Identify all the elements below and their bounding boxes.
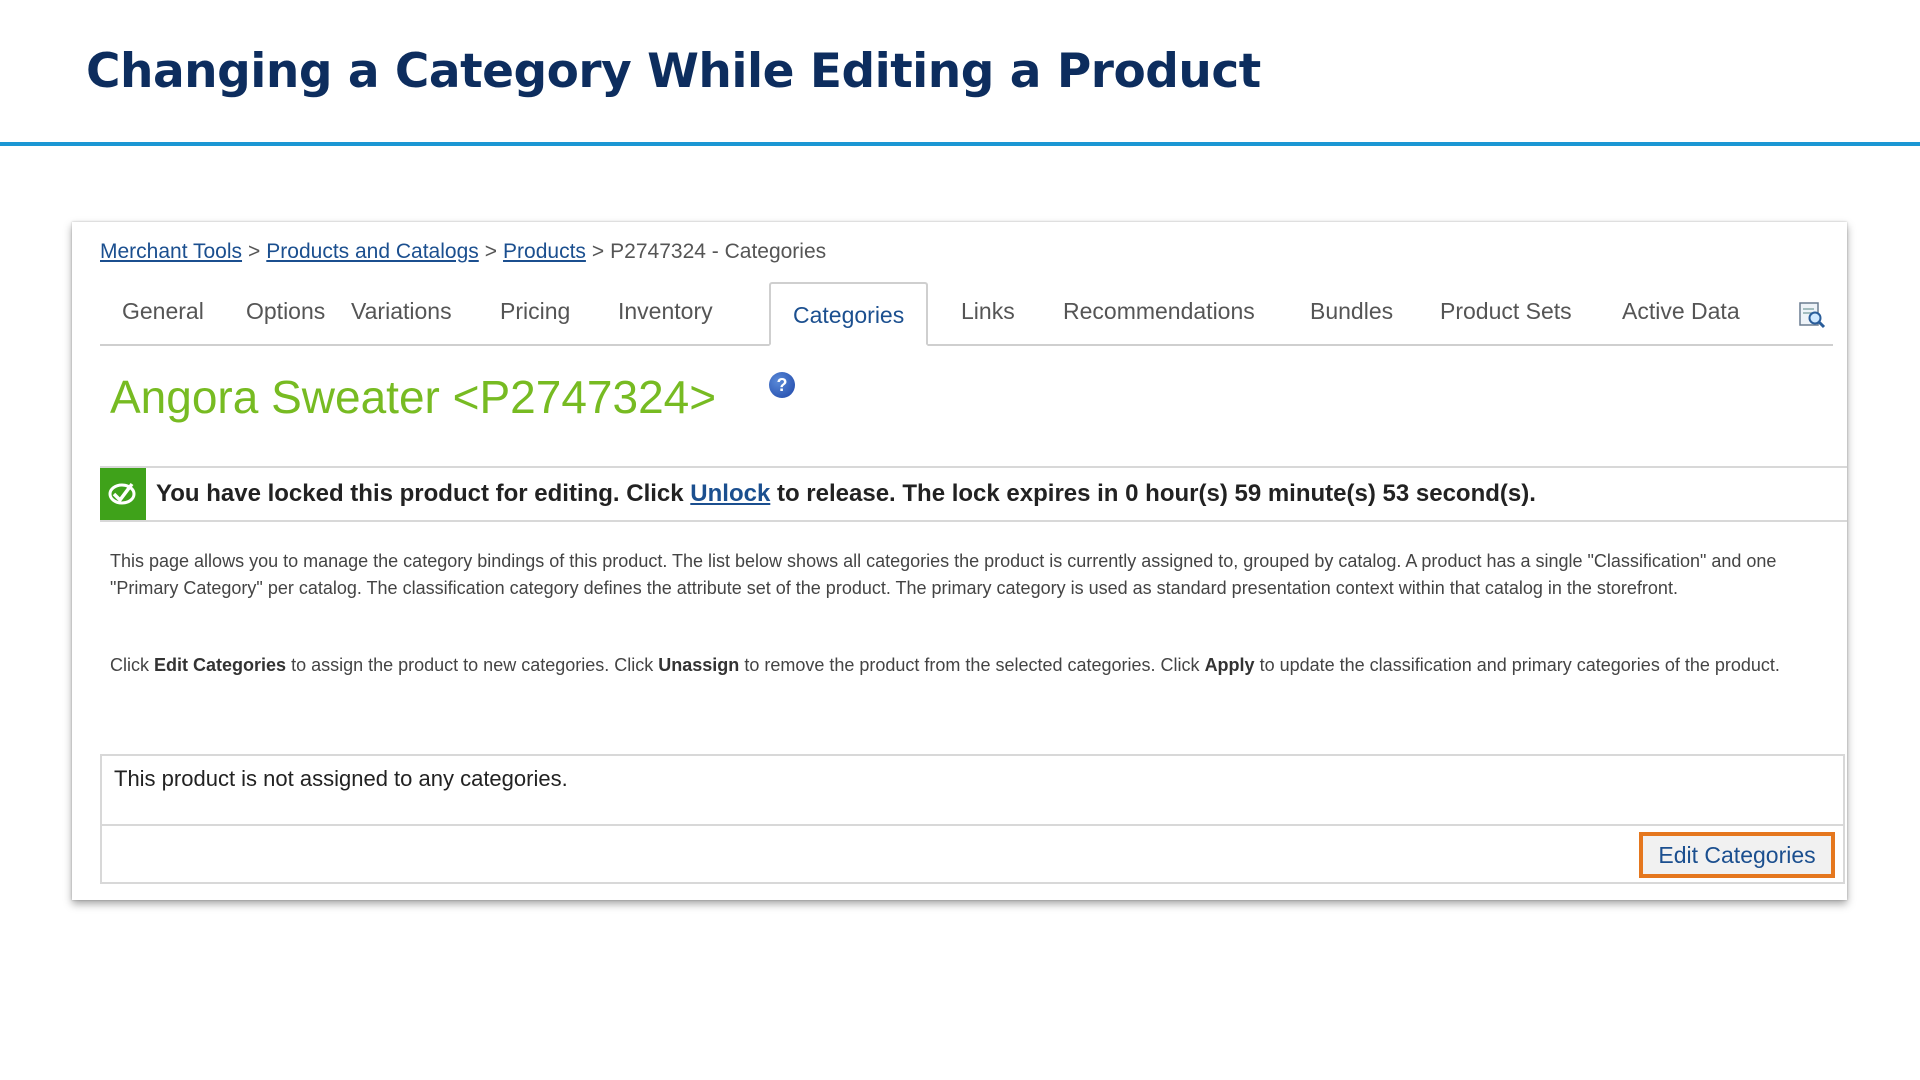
help-icon[interactable]: ? [769,372,795,398]
description-paragraph-2: Click Edit Categories to assign the prod… [110,652,1840,679]
desc-text: Click [110,655,149,675]
breadcrumb-separator: > [484,240,498,263]
screenshot-panel: Merchant Tools > Products and Catalogs > Pro… [72,222,1847,900]
description-paragraph-1: This page allows you to manage the categ… [110,551,1777,598]
breadcrumb: Merchant Tools > Products and Catalogs > Pro… [100,240,826,264]
unlock-link[interactable]: Unlock [690,480,770,507]
breadcrumb-separator: > [248,240,261,263]
tab-product-sets[interactable]: Product Sets [1440,284,1572,344]
slide-title: Changing a Category While Editing a Prod… [86,44,1261,99]
desc-text: to update the classification and primary… [1259,655,1780,675]
tab-bar: General Options Variations Pricing Inven… [100,282,1833,346]
edit-categories-button[interactable]: Edit Categories [1639,832,1835,878]
breadcrumb-merchant-tools[interactable]: Merchant Tools [100,240,242,263]
lock-suffix: to release. The lock expires in 0 hour(s… [776,480,1536,507]
desc-bold-apply: Apply [1204,655,1255,675]
category-assignment-box: This product is not assigned to any cate… [100,754,1845,884]
tab-variations[interactable]: Variations [351,284,452,344]
desc-text: to remove the product from the selected … [744,655,1200,675]
lock-check-icon [100,468,146,520]
lock-message: You have locked this product for editing… [156,480,1536,508]
tab-inventory[interactable]: Inventory [618,284,713,344]
tab-general[interactable]: General [122,284,204,344]
preview-magnify-icon[interactable] [1797,300,1827,330]
tab-bundles[interactable]: Bundles [1310,284,1393,344]
desc-text: to assign the product to new categories.… [291,655,654,675]
tab-options[interactable]: Options [246,284,325,344]
desc-bold-edit-categories: Edit Categories [154,655,287,675]
breadcrumb-separator: > [591,240,605,263]
tab-categories[interactable]: Categories [769,282,929,346]
breadcrumb-products[interactable]: Products [503,240,586,263]
tab-active-data[interactable]: Active Data [1622,284,1740,344]
divider [102,824,1843,826]
tab-pricing[interactable]: Pricing [500,284,570,344]
product-title: Angora Sweater <P2747324> [110,371,717,423]
lock-prefix: You have locked this product for editing… [156,480,684,507]
desc-bold-unassign: Unassign [658,655,740,675]
lock-notification: You have locked this product for editing… [100,466,1847,522]
tab-links[interactable]: Links [961,284,1015,344]
title-divider [0,142,1920,146]
breadcrumb-products-and-catalogs[interactable]: Products and Catalogs [266,240,478,263]
breadcrumb-current: P2747324 - Categories [610,240,827,263]
tab-recommendations[interactable]: Recommendations [1063,284,1255,344]
empty-assignment-message: This product is not assigned to any cate… [114,766,568,791]
